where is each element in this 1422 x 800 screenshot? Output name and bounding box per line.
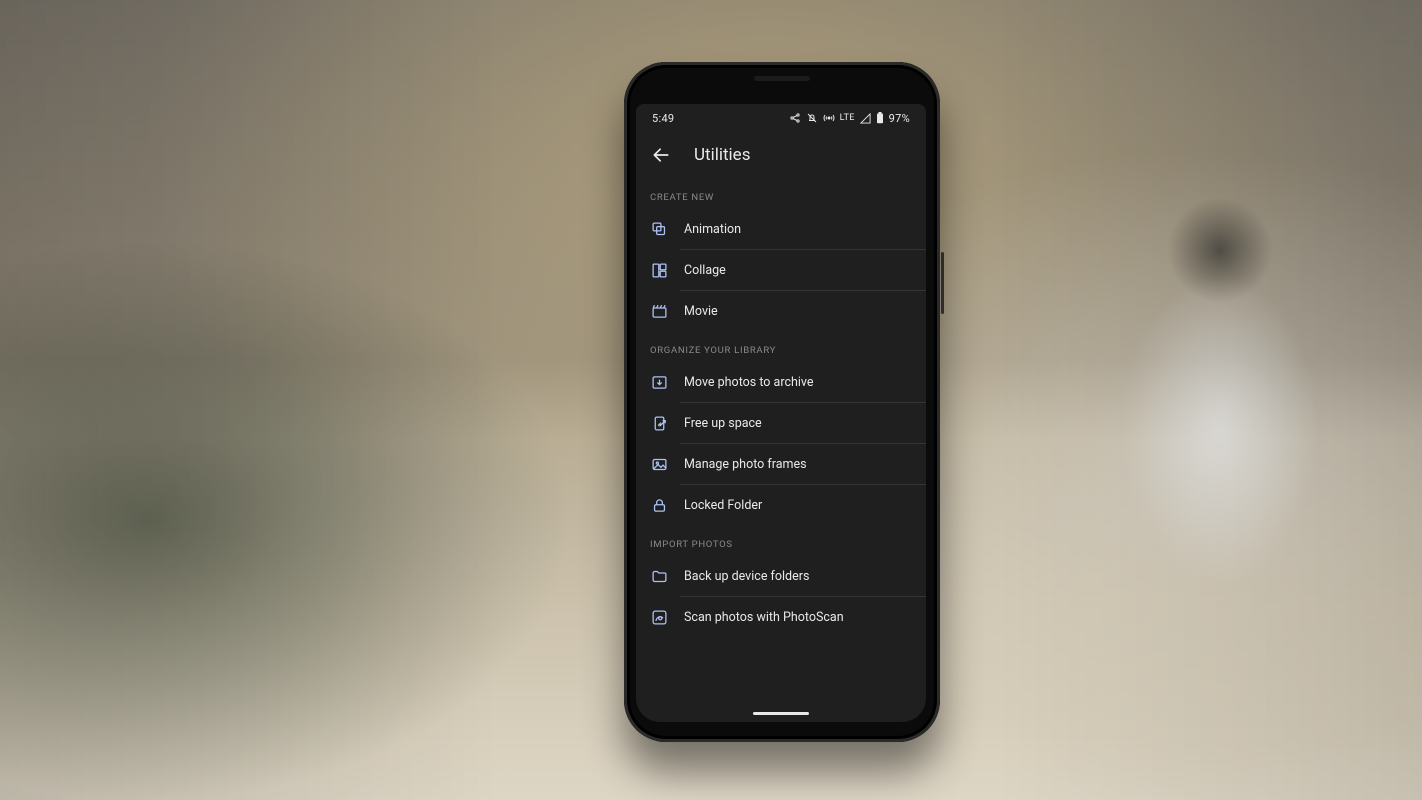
status-right: LTE 97% bbox=[789, 112, 910, 124]
content-scroll[interactable]: CREATE NEW Animation bbox=[636, 178, 926, 704]
dnd-icon bbox=[806, 112, 818, 124]
archive-icon bbox=[650, 373, 668, 391]
row-label: Movie bbox=[684, 304, 718, 319]
movie-icon bbox=[650, 302, 668, 320]
row-label: Animation bbox=[684, 222, 741, 237]
phone-side-button bbox=[941, 252, 944, 314]
phone-screen: 5:49 bbox=[636, 104, 926, 722]
app-bar: Utilities bbox=[636, 132, 926, 178]
free-space-icon bbox=[650, 414, 668, 432]
section-header-organize: ORGANIZE YOUR LIBRARY bbox=[636, 331, 926, 362]
row-movie[interactable]: Movie bbox=[636, 291, 926, 331]
section-header-import: IMPORT PHOTOS bbox=[636, 525, 926, 556]
row-archive[interactable]: Move photos to archive bbox=[636, 362, 926, 402]
row-label: Locked Folder bbox=[684, 498, 762, 513]
battery-icon bbox=[876, 112, 884, 124]
row-label: Collage bbox=[684, 263, 726, 278]
phone-frame: 5:49 bbox=[624, 62, 940, 742]
lock-icon bbox=[650, 496, 668, 514]
row-label: Manage photo frames bbox=[684, 457, 807, 472]
phone-earpiece bbox=[754, 76, 810, 81]
row-photo-frames[interactable]: Manage photo frames bbox=[636, 444, 926, 484]
battery-percent: 97% bbox=[889, 113, 910, 124]
gesture-nav-pill bbox=[753, 712, 809, 715]
row-label: Free up space bbox=[684, 416, 762, 431]
hotspot-icon bbox=[823, 112, 835, 124]
back-button[interactable] bbox=[650, 144, 672, 166]
row-label: Move photos to archive bbox=[684, 375, 814, 390]
share-icon bbox=[789, 112, 801, 124]
row-animation[interactable]: Animation bbox=[636, 209, 926, 249]
row-locked-folder[interactable]: Locked Folder bbox=[636, 485, 926, 525]
row-free-up-space[interactable]: Free up space bbox=[636, 403, 926, 443]
section-header-create-new: CREATE NEW bbox=[636, 178, 926, 209]
row-label: Scan photos with PhotoScan bbox=[684, 610, 844, 625]
status-bar: 5:49 bbox=[636, 104, 926, 132]
row-collage[interactable]: Collage bbox=[636, 250, 926, 290]
photo-frame-icon bbox=[650, 455, 668, 473]
animation-icon bbox=[650, 220, 668, 238]
gesture-nav-bar[interactable] bbox=[636, 704, 926, 722]
folder-icon bbox=[650, 567, 668, 585]
background-scene: 5:49 bbox=[0, 0, 1422, 800]
collage-icon bbox=[650, 261, 668, 279]
status-time: 5:49 bbox=[652, 112, 674, 125]
network-label: LTE bbox=[840, 114, 855, 123]
photoscan-icon bbox=[650, 608, 668, 626]
page-title: Utilities bbox=[694, 145, 750, 165]
row-label: Back up device folders bbox=[684, 569, 809, 584]
row-backup-folders[interactable]: Back up device folders bbox=[636, 556, 926, 596]
back-arrow-icon bbox=[651, 145, 671, 165]
row-photoscan[interactable]: Scan photos with PhotoScan bbox=[636, 597, 926, 637]
signal-icon bbox=[860, 113, 871, 124]
